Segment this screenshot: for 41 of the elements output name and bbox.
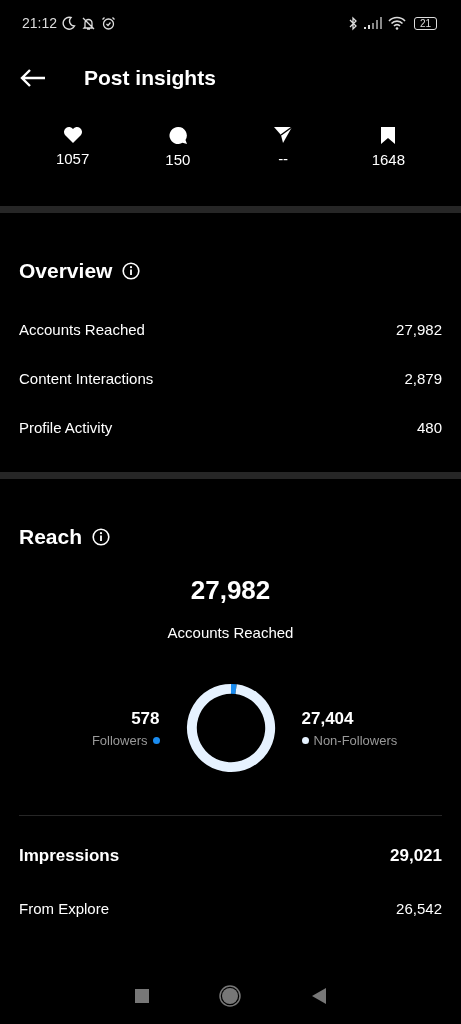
muted-bell-icon (81, 15, 97, 31)
metric-value: 2,879 (404, 370, 442, 387)
metric-value: 27,982 (396, 321, 442, 338)
paper-plane-icon (273, 126, 294, 144)
metric-label: Accounts Reached (19, 321, 145, 338)
signal-icon (362, 17, 383, 29)
legend-value: 27,404 (301, 708, 355, 729)
page-title: Post insights (84, 66, 216, 90)
recents-icon[interactable] (135, 989, 150, 1003)
bookmark-icon (380, 126, 397, 145)
battery-indicator: 21 (413, 16, 437, 30)
stat-count: 1648 (371, 151, 406, 168)
metric-value: 480 (416, 419, 442, 436)
alarm-icon (101, 15, 117, 31)
back-icon[interactable] (311, 988, 326, 1004)
impressions-label: Impressions (19, 846, 120, 866)
heart-icon (62, 126, 83, 144)
metric-label: From Explore (19, 900, 110, 917)
stat-count: 1057 (55, 150, 90, 167)
metric-label: Profile Activity (19, 419, 113, 436)
bluetooth-icon (347, 15, 358, 31)
metric-label: Content Interactions (19, 370, 154, 387)
speech-bubble-icon (167, 126, 188, 145)
impressions-value: 29,021 (390, 846, 442, 866)
legend-label: Non-Followers (313, 732, 398, 748)
home-icon[interactable] (219, 985, 242, 1007)
section-title: Reach (19, 525, 83, 549)
stat-count: -- (278, 150, 289, 167)
info-icon[interactable] (122, 262, 141, 280)
stat-count: 150 (165, 151, 191, 168)
wifi-icon (387, 16, 406, 30)
status-time: 21:12 (22, 15, 58, 31)
legend-value: 578 (131, 708, 160, 729)
moon-icon (62, 16, 77, 30)
reach-total-label: Accounts Reached (167, 624, 294, 641)
reach-total: 27,982 (190, 575, 271, 606)
info-icon[interactable] (92, 528, 111, 546)
legend-label: Followers (91, 732, 148, 748)
metric-value: 26,542 (396, 900, 442, 917)
section-title: Overview (19, 259, 113, 283)
back-arrow-icon[interactable] (19, 68, 47, 88)
